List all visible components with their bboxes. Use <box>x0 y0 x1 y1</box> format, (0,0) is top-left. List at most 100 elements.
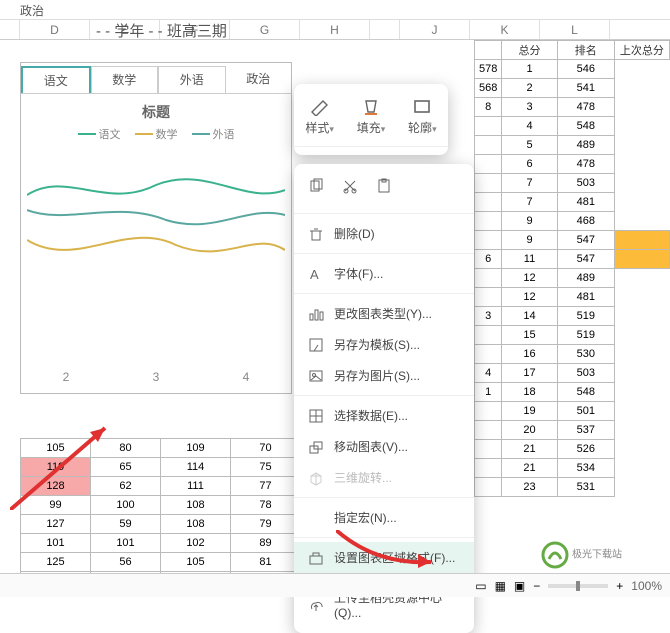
cell[interactable]: 3 <box>502 98 557 117</box>
legend-item[interactable]: 数学 <box>135 126 178 142</box>
cell[interactable]: 20 <box>502 421 557 440</box>
cell[interactable]: 501 <box>557 402 614 421</box>
table-row[interactable]: 21526 <box>475 440 670 459</box>
cell[interactable]: 541 <box>557 79 614 98</box>
cell[interactable]: 81 <box>231 553 301 572</box>
table-row[interactable]: 16530 <box>475 345 670 364</box>
col-H[interactable]: H <box>300 20 370 39</box>
cell[interactable]: 478 <box>557 155 614 174</box>
cell[interactable]: 18 <box>502 383 557 402</box>
view-icon-2[interactable]: ▦ <box>495 579 506 593</box>
cell[interactable]: 537 <box>557 421 614 440</box>
left-data-grid[interactable]: 1058010970119651147512862111779910010878… <box>20 438 301 591</box>
embedded-chart[interactable]: 语文 数学 外语 政治 标题 语文 数学 外语 234 <box>20 62 292 394</box>
cell[interactable]: 534 <box>557 459 614 478</box>
cell[interactable] <box>475 212 502 231</box>
cell[interactable]: 109 <box>161 439 231 458</box>
cell[interactable]: 3 <box>475 307 502 326</box>
col-K[interactable]: K <box>470 20 540 39</box>
cell[interactable]: 101 <box>21 534 91 553</box>
cell[interactable]: 101 <box>91 534 161 553</box>
cut-icon[interactable] <box>342 178 358 197</box>
cell[interactable] <box>475 269 502 288</box>
cell[interactable] <box>475 193 502 212</box>
row-col-corner[interactable] <box>0 20 20 39</box>
right-data-grid[interactable]: 总分 排名 上次总分 57815465682541834784548548964… <box>474 40 670 497</box>
cell[interactable] <box>475 440 502 459</box>
col-D[interactable]: D <box>20 20 90 39</box>
table-row[interactable]: 5781546 <box>475 60 670 79</box>
cell[interactable] <box>475 326 502 345</box>
table-row[interactable]: 118548 <box>475 383 670 402</box>
outline-button[interactable]: 轮廓▾ <box>408 98 437 136</box>
cell[interactable]: 12 <box>502 288 557 307</box>
hdr-prev[interactable]: 上次总分 <box>614 41 669 60</box>
table-row[interactable]: 1058010970 <box>21 439 301 458</box>
table-row[interactable]: 10110110289 <box>21 534 301 553</box>
tab-foreign[interactable]: 外语 <box>158 66 226 93</box>
cell[interactable]: 519 <box>557 326 614 345</box>
cell[interactable]: 78 <box>231 496 301 515</box>
cell[interactable]: 62 <box>91 477 161 496</box>
table-row[interactable]: 5489 <box>475 136 670 155</box>
table-row[interactable]: 23531 <box>475 478 670 497</box>
cell[interactable] <box>475 117 502 136</box>
cell[interactable]: 15 <box>502 326 557 345</box>
zoom-level[interactable]: 100% <box>631 579 662 593</box>
cell[interactable]: 481 <box>557 288 614 307</box>
cell[interactable] <box>475 136 502 155</box>
cell[interactable]: 1 <box>502 60 557 79</box>
cell[interactable]: 478 <box>557 98 614 117</box>
col-L[interactable]: L <box>540 20 610 39</box>
table-row[interactable]: 12489 <box>475 269 670 288</box>
cell[interactable]: 65 <box>91 458 161 477</box>
cell[interactable]: 9 <box>502 231 557 250</box>
cell[interactable] <box>475 459 502 478</box>
table-row[interactable]: 611547 <box>475 250 670 269</box>
legend-item[interactable]: 外语 <box>192 126 235 142</box>
cell[interactable] <box>475 402 502 421</box>
table-row[interactable]: 7503 <box>475 174 670 193</box>
table-row[interactable]: 5682541 <box>475 79 670 98</box>
col-I[interactable] <box>370 20 400 39</box>
cell[interactable]: 531 <box>557 478 614 497</box>
menu-change-chart[interactable]: 更改图表类型(Y)... <box>294 298 474 329</box>
cell[interactable]: 519 <box>557 307 614 326</box>
menu-save-image[interactable]: 另存为图片(S)... <box>294 360 474 391</box>
chart-title[interactable]: 标题 <box>21 94 291 126</box>
table-row[interactable]: 9910010878 <box>21 496 301 515</box>
tab-chinese[interactable]: 语文 <box>21 66 91 93</box>
cell[interactable]: 11 <box>502 250 557 269</box>
cell[interactable]: 2 <box>502 79 557 98</box>
table-row[interactable]: 1275910879 <box>21 515 301 534</box>
hdr-rank[interactable]: 排名 <box>557 41 614 60</box>
menu-format-chart-area[interactable]: 设置图表区域格式(F)... <box>294 542 474 573</box>
cell[interactable]: 503 <box>557 364 614 383</box>
cell[interactable]: 19 <box>502 402 557 421</box>
cell[interactable]: 105 <box>161 553 231 572</box>
table-row[interactable]: 9468 <box>475 212 670 231</box>
menu-move-chart[interactable]: 移动图表(V)... <box>294 431 474 462</box>
cell[interactable]: 7 <box>502 174 557 193</box>
tab-politics[interactable]: 政治 <box>226 66 292 93</box>
menu-font[interactable]: A字体(F)... <box>294 258 474 289</box>
cell[interactable]: 23 <box>502 478 557 497</box>
cell[interactable]: 125 <box>21 553 91 572</box>
cell[interactable] <box>475 345 502 364</box>
cell[interactable] <box>475 478 502 497</box>
cell[interactable]: 105 <box>21 439 91 458</box>
cell[interactable]: 21 <box>502 459 557 478</box>
zoom-slider[interactable] <box>548 584 608 588</box>
cell[interactable]: 503 <box>557 174 614 193</box>
col-J[interactable]: J <box>400 20 470 39</box>
table-row[interactable]: 1196511475 <box>21 458 301 477</box>
table-row[interactable]: 417503 <box>475 364 670 383</box>
table-row[interactable]: 20537 <box>475 421 670 440</box>
cell[interactable]: 8 <box>475 98 502 117</box>
cell[interactable]: 6 <box>502 155 557 174</box>
cell[interactable]: 5 <box>502 136 557 155</box>
cell[interactable]: 99 <box>21 496 91 515</box>
cell[interactable]: 108 <box>161 515 231 534</box>
chart-plot[interactable] <box>27 150 285 330</box>
cell[interactable]: 56 <box>91 553 161 572</box>
